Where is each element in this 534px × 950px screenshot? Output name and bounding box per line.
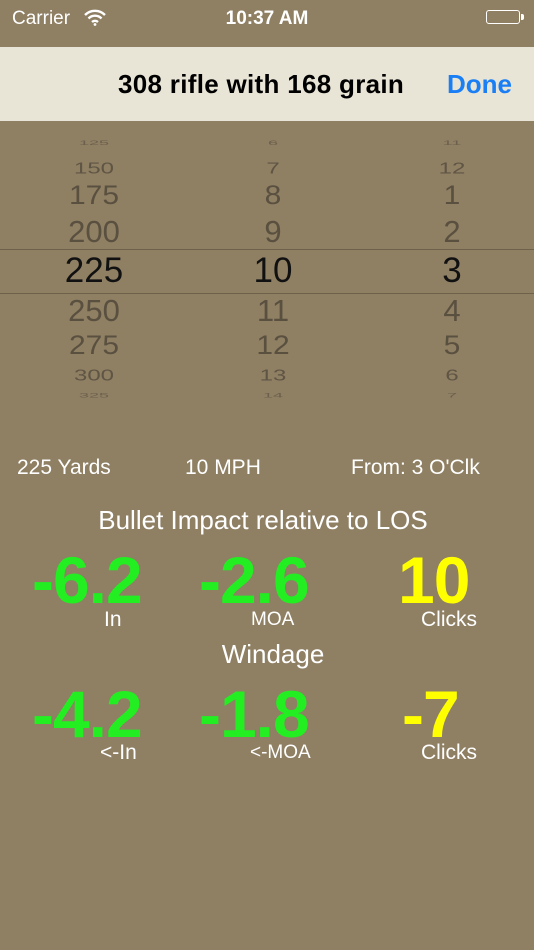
picker-option[interactable]: 11 xyxy=(372,140,532,147)
elevation-inches-unit: In xyxy=(104,608,122,631)
picker-option[interactable]: 200 xyxy=(14,214,174,250)
picker-option[interactable]: 125 xyxy=(14,140,174,147)
picker-option[interactable]: 12 xyxy=(372,160,532,178)
picker-option[interactable]: 175 xyxy=(14,181,174,211)
picker-option[interactable]: 8 xyxy=(193,181,353,211)
picker-option[interactable]: 11 xyxy=(193,293,353,329)
picker-option[interactable]: 12 xyxy=(193,331,353,361)
picker-option[interactable]: 9 xyxy=(193,214,353,250)
picker-option[interactable]: 7 xyxy=(372,392,532,399)
elevation-inches-value: -6.2 xyxy=(32,543,143,617)
elevation-clicks-value: 10 xyxy=(398,543,470,617)
picker-option[interactable]: 6 xyxy=(372,367,532,385)
elevation-moa-unit: MOA xyxy=(251,609,295,630)
picker-selected-direction[interactable]: 3 xyxy=(372,251,532,291)
picker-option[interactable]: 14 xyxy=(193,392,353,399)
direction-picker-column[interactable]: 11 12 1 2 3 4 5 6 7 xyxy=(372,121,532,401)
wind-speed-picker-column[interactable]: 6 7 8 9 10 11 12 13 14 xyxy=(193,121,353,401)
range-picker-column[interactable]: 125 150 175 200 225 250 275 300 325 xyxy=(14,121,174,401)
picker-option[interactable]: 1 xyxy=(372,181,532,211)
navigation-bar: 308 rifle with 168 grain Done xyxy=(0,47,534,121)
picker-option[interactable]: 150 xyxy=(14,160,174,178)
range-wind-direction-picker[interactable]: 125 150 175 200 225 250 275 300 325 6 7 … xyxy=(0,121,534,401)
direction-summary: From: 3 O'Clk xyxy=(351,456,480,479)
elevation-moa-value: -2.6 xyxy=(199,543,310,617)
picker-option[interactable]: 4 xyxy=(372,293,532,329)
picker-option[interactable]: 275 xyxy=(14,331,174,361)
elevation-heading: Bullet Impact relative to LOS xyxy=(98,505,428,535)
windage-inches-unit: <-In xyxy=(100,741,137,764)
windage-clicks-value: -7 xyxy=(402,677,460,751)
windage-moa-value: -1.8 xyxy=(199,677,310,751)
status-bar: Carrier 10:37 AM xyxy=(0,0,534,38)
windage-heading: Windage xyxy=(221,639,325,669)
page-title: 308 rifle with 168 grain xyxy=(118,69,405,99)
windage-clicks-unit: Clicks xyxy=(421,741,477,764)
elevation-clicks-unit: Clicks xyxy=(421,608,477,631)
picker-option[interactable]: 5 xyxy=(372,331,532,361)
picker-option[interactable]: 7 xyxy=(193,160,353,178)
done-button[interactable]: Done xyxy=(447,69,512,100)
picker-option[interactable]: 300 xyxy=(14,367,174,385)
picker-option[interactable]: 250 xyxy=(14,293,174,329)
picker-option[interactable]: 6 xyxy=(193,140,353,147)
picker-selected-range[interactable]: 225 xyxy=(14,251,174,291)
picker-option[interactable]: 13 xyxy=(193,367,353,385)
picker-selected-wind-speed[interactable]: 10 xyxy=(193,251,353,291)
range-summary: 225 Yards xyxy=(17,456,111,479)
windage-moa-unit: <-MOA xyxy=(250,742,311,763)
wind-summary: 10 MPH xyxy=(185,456,261,479)
clock: 10:37 AM xyxy=(225,8,309,29)
picker-option[interactable]: 2 xyxy=(372,214,532,250)
battery-icon xyxy=(486,10,524,26)
windage-inches-value: -4.2 xyxy=(32,677,143,751)
picker-option[interactable]: 325 xyxy=(14,392,174,399)
